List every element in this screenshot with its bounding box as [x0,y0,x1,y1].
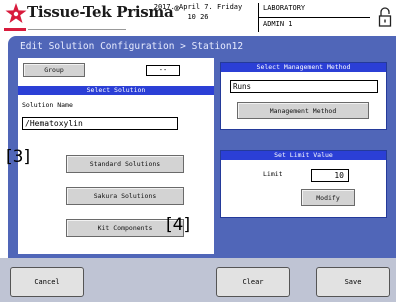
save-button[interactable]: Save [316,267,390,297]
select-solution-heading: Select Solution [18,86,214,95]
main-frame: Edit Solution Configuration > Station12 … [8,36,396,258]
limit-label: Limit [263,170,283,178]
annotation-marker-4: [4] [166,215,191,235]
page-title: Edit Solution Configuration > Station12 [20,41,244,52]
annotation-marker-3: [3] [6,147,31,167]
management-method-field: Runs [230,80,378,93]
user-info-box: LABORATORY ADMIN 1 [258,3,372,32]
group-value: -- [146,65,180,76]
sakura-solutions-button[interactable]: Sakura Solutions [66,187,184,205]
sakura-logo-icon [5,3,27,23]
limit-value-heading: Set Limit Value [221,151,386,160]
solution-name-label: Solution Name [22,101,73,109]
user-name: ADMIN 1 [263,20,293,28]
header-bar: Tissue-Tek Prisma® 2017. April 7. Friday… [0,0,396,36]
limit-value-panel: Set Limit Value Limit 10 Modify [220,150,387,218]
group-button[interactable]: Group [23,63,85,77]
lock-icon[interactable] [378,6,392,28]
standard-solutions-button[interactable]: Standard Solutions [66,155,184,173]
footer-bar: Cancel Clear Save [0,258,396,302]
date-time: 2017. April 7. Friday 10 26 [153,3,243,21]
clear-button[interactable]: Clear [216,267,290,297]
department-label: LABORATORY [263,4,306,12]
management-method-button[interactable]: Management Method [237,102,369,119]
management-method-panel: Select Management Method Runs Management… [220,62,387,130]
brand-tagline-logo [4,28,126,31]
management-method-heading: Select Management Method [221,63,386,72]
modify-button[interactable]: Modify [301,189,355,206]
solution-name-field[interactable]: /Hematoxylin [22,117,178,130]
cancel-button[interactable]: Cancel [10,267,84,297]
limit-value-field: 10 [311,169,349,182]
